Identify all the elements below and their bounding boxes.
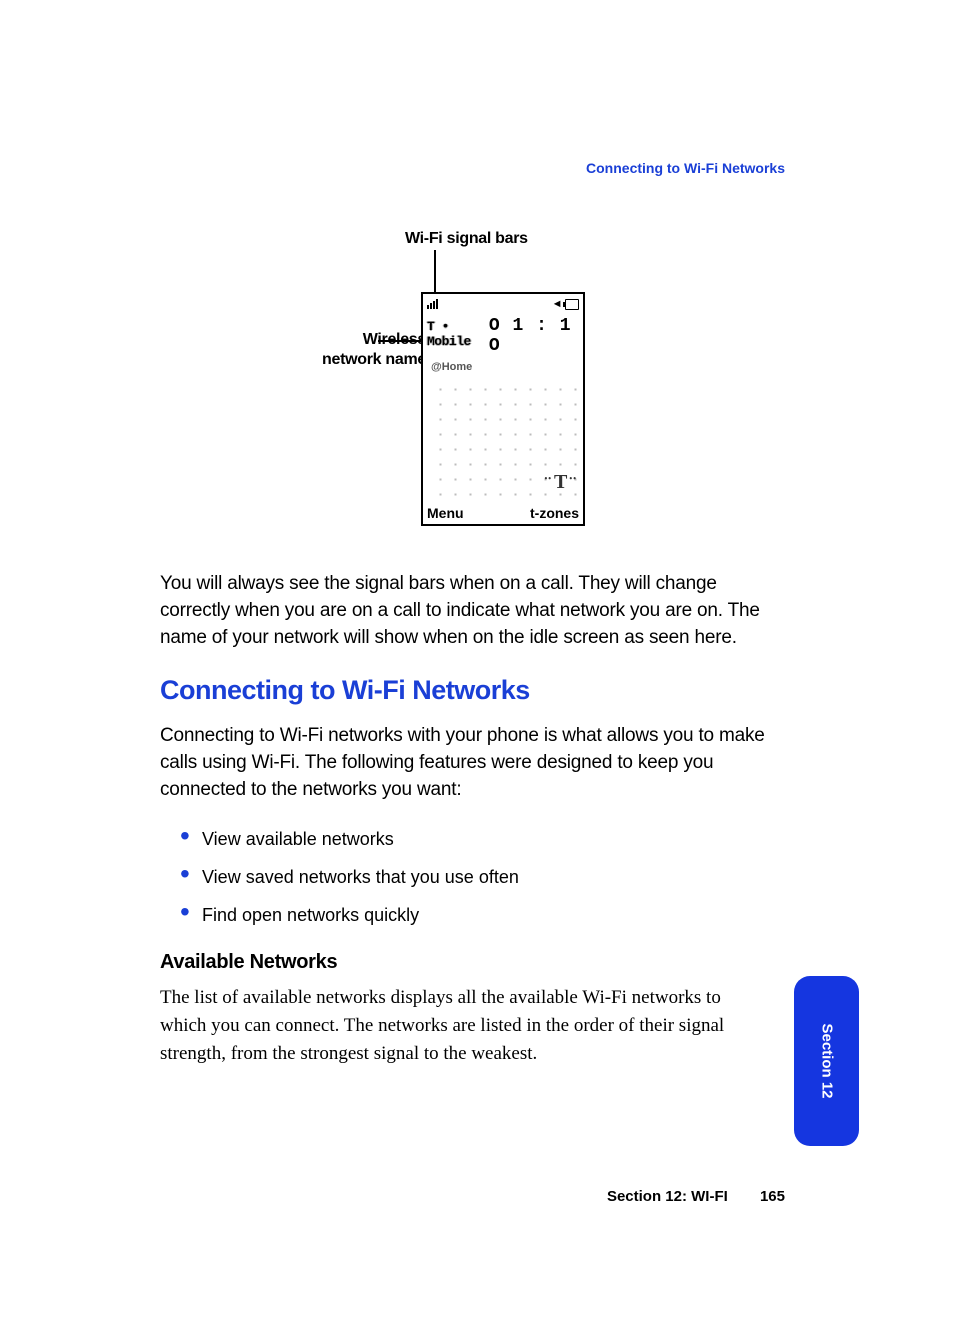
phone-screen: ◄ T • Mobile O 1 : 1 O @Home T Menu t-zo… xyxy=(421,292,585,526)
running-header: Connecting to Wi-Fi Networks xyxy=(586,160,785,176)
softkey-right: t-zones xyxy=(530,505,579,521)
section-tab: Section 12 xyxy=(794,976,859,1146)
paragraph: You will always see the signal bars when… xyxy=(160,570,785,651)
callout-line-icon xyxy=(434,250,436,292)
paragraph: The list of available networks displays … xyxy=(160,984,750,1068)
callout-line-icon xyxy=(378,340,422,342)
paragraph: Connecting to Wi-Fi networks with your p… xyxy=(160,722,785,803)
wallpaper-dots: T xyxy=(429,378,577,496)
page-footer: Section 12: WI-FI 165 xyxy=(160,1188,785,1205)
subheading: Available Networks xyxy=(160,951,785,974)
signal-bars-icon xyxy=(427,299,438,309)
callout-line2: network name xyxy=(266,350,426,370)
list-item: View available networks xyxy=(202,827,785,851)
speaker-icon: ◄ xyxy=(552,299,563,310)
status-bar: ◄ xyxy=(423,294,583,314)
tmobile-logo-icon: T xyxy=(544,471,577,494)
figure: Wi-Fi signal bars Wireless network name … xyxy=(160,230,785,570)
clock: O 1 : 1 O xyxy=(489,316,579,356)
softkey-left: Menu xyxy=(427,505,464,521)
callout-wifi-bars: Wi-Fi signal bars xyxy=(405,230,528,248)
bullet-list: View available networks View saved netwo… xyxy=(202,827,785,927)
softkey-bar: Menu t-zones xyxy=(423,503,583,524)
callout-network-name: Wireless network name xyxy=(266,330,426,370)
list-item: View saved networks that you use often xyxy=(202,865,785,889)
section-heading: Connecting to Wi-Fi Networks xyxy=(160,675,785,706)
carrier-name: T • Mobile xyxy=(427,319,489,349)
battery-icon xyxy=(565,299,579,310)
footer-section: Section 12: WI-FI xyxy=(607,1188,728,1205)
network-name-badge: @Home xyxy=(427,360,579,374)
list-item: Find open networks quickly xyxy=(202,903,785,927)
section-tab-label: Section 12 xyxy=(818,1023,835,1098)
carrier-row: T • Mobile O 1 : 1 O xyxy=(423,314,583,360)
page-number: 165 xyxy=(760,1188,785,1205)
